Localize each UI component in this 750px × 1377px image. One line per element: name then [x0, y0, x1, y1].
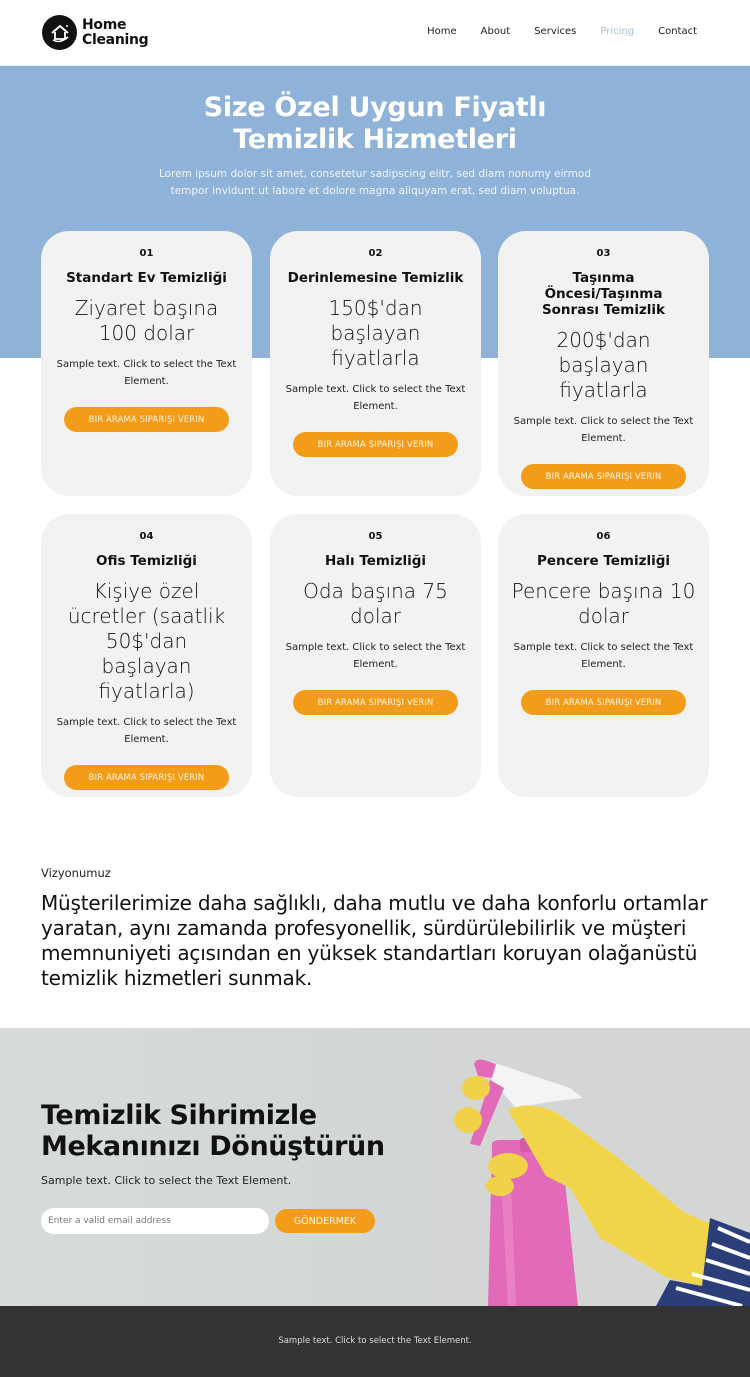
card-price: Pencere başına 10 dolar — [511, 579, 696, 628]
logo-line-1: Home — [82, 16, 127, 33]
vision-label: Vizyonumuz — [41, 866, 111, 880]
house-logo-icon — [42, 15, 77, 50]
card-price: Ziyaret başına 100 dolar — [74, 296, 219, 345]
card-description: Sample text. Click to select the Text El… — [513, 416, 694, 444]
nav-contact[interactable]: Contact — [658, 26, 697, 37]
pricing-card-3: 03 Taşınma Öncesi/Taşınma Sonrası Temizl… — [498, 231, 709, 496]
card-price: Kişiye özel ücretler (saatlik 50$'dan ba… — [67, 579, 226, 703]
order-call-button[interactable]: BIR ARAMA SIPARIŞI VERIN — [521, 690, 686, 715]
card-number: 04 — [139, 531, 154, 542]
pricing-card-2: 02 Derinlemesine Temizlik 150$'dan başla… — [270, 231, 481, 496]
card-title: Standart Ev Temizliği — [66, 270, 227, 286]
order-call-button[interactable]: BIR ARAMA SIPARIŞI VERIN — [64, 407, 229, 432]
card-title: Taşınma Öncesi/Taşınma Sonrası Temizlik — [541, 270, 666, 318]
hero-title-line-2: Temizlik Hizmetleri — [233, 124, 517, 155]
logo[interactable]: Home Cleaning — [42, 15, 149, 50]
cta-section: Temizlik Sihrimizle Mekanınızı Dönüştürü… — [0, 1028, 750, 1306]
card-description: Sample text. Click to select the Text El… — [56, 717, 237, 745]
pricing-card-1: 01 Standart Ev Temizliği Ziyaret başına … — [41, 231, 252, 496]
card-title: Ofis Temizliği — [96, 553, 197, 569]
site-footer: Sample text. Click to select the Text El… — [0, 1306, 750, 1377]
hero-subtitle-line-2: tempor invidunt ut labore et dolore magn… — [170, 185, 580, 197]
cta-subtitle: Sample text. Click to select the Text El… — [41, 1174, 292, 1187]
spray-bottle-photo-icon — [420, 1028, 750, 1306]
cta-title-line-2: Mekanınızı Dönüştürün — [41, 1131, 385, 1162]
card-number: 03 — [596, 248, 611, 259]
order-call-button[interactable]: BIR ARAMA SIPARIŞI VERIN — [293, 690, 458, 715]
card-title: Halı Temizliği — [324, 553, 427, 569]
nav-about[interactable]: About — [481, 26, 511, 37]
pricing-card-4: 04 Ofis Temizliği Kişiye özel ücretler (… — [41, 514, 252, 797]
card-description: Sample text. Click to select the Text El… — [56, 359, 237, 387]
pricing-card-6: 06 Pencere Temizliği Pencere başına 10 d… — [498, 514, 709, 797]
footer-text: Sample text. Click to select the Text El… — [278, 1336, 472, 1346]
card-number: 01 — [139, 248, 154, 259]
site-header: Home Cleaning Home About Services Pricin… — [0, 0, 750, 66]
card-price: 200$'dan başlayan fiyatlarla — [556, 328, 651, 402]
nav-pricing[interactable]: Pricing — [600, 26, 634, 37]
logo-text: Home Cleaning — [82, 16, 149, 48]
card-number: 02 — [368, 248, 383, 259]
hero-title-line-1: Size Özel Uygun Fiyatlı — [203, 92, 547, 123]
cta-title-line-1: Temizlik Sihrimizle — [41, 1100, 317, 1131]
nav-home[interactable]: Home — [427, 26, 457, 37]
vision-statement: Müşterilerimize daha sağlıklı, daha mutl… — [41, 891, 708, 990]
hero-title: Size Özel Uygun Fiyatlı Temizlik Hizmetl… — [0, 92, 750, 156]
order-call-button[interactable]: BIR ARAMA SIPARIŞI VERIN — [64, 765, 229, 790]
card-title: Derinlemesine Temizlik — [287, 270, 464, 286]
nav-services[interactable]: Services — [534, 26, 576, 37]
submit-button[interactable]: GÖNDERMEK — [275, 1209, 375, 1233]
card-title: Pencere Temizliği — [536, 553, 670, 569]
card-price: Oda başına 75 dolar — [303, 579, 448, 628]
card-description: Sample text. Click to select the Text El… — [285, 642, 466, 670]
card-number: 05 — [368, 531, 383, 542]
main-nav: Home About Services Pricing Contact — [403, 26, 697, 37]
hero-subtitle-line-1: Lorem ipsum dolor sit amet, consetetur s… — [159, 168, 591, 180]
order-call-button[interactable]: BIR ARAMA SIPARIŞI VERIN — [521, 464, 686, 489]
card-price: 150$'dan başlayan fiyatlarla — [328, 296, 423, 370]
email-input[interactable] — [41, 1208, 269, 1234]
card-number: 06 — [596, 531, 611, 542]
logo-line-2: Cleaning — [82, 31, 149, 48]
order-call-button[interactable]: BIR ARAMA SIPARIŞI VERIN — [293, 432, 458, 457]
card-description: Sample text. Click to select the Text El… — [513, 642, 694, 670]
cta-title: Temizlik Sihrimizle Mekanınızı Dönüştürü… — [41, 1100, 385, 1162]
card-description: Sample text. Click to select the Text El… — [285, 384, 466, 412]
hero-subtitle: Lorem ipsum dolor sit amet, consetetur s… — [150, 166, 600, 200]
pricing-card-5: 05 Halı Temizliği Oda başına 75 dolar Sa… — [270, 514, 481, 797]
